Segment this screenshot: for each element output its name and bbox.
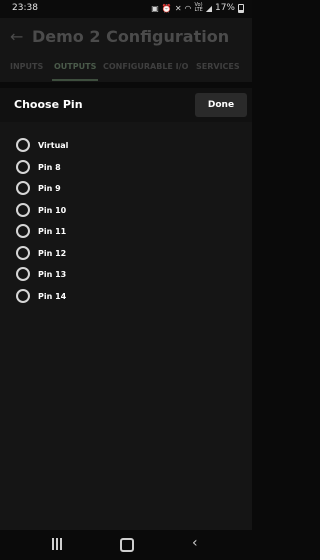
back-icon[interactable]: ‹ xyxy=(192,535,198,551)
app-bar: ← Demo 2 Configuration xyxy=(0,18,252,58)
option-label: Pin 8 xyxy=(38,162,61,172)
recents-icon[interactable] xyxy=(52,538,63,550)
option-label: Pin 13 xyxy=(38,269,67,279)
sheet-title: Choose Pin xyxy=(14,98,83,111)
option-label: Pin 14 xyxy=(38,291,67,301)
page-title: Demo 2 Configuration xyxy=(32,27,230,46)
pin-option-14[interactable]: Pin 14 xyxy=(16,288,66,304)
radio-icon[interactable] xyxy=(16,267,30,281)
radio-icon[interactable] xyxy=(16,138,30,152)
status-time: 23:38 xyxy=(12,3,38,13)
done-button[interactable]: Done xyxy=(195,93,247,117)
battery-icon xyxy=(238,3,244,13)
pin-option-8[interactable]: Pin 8 xyxy=(16,159,61,175)
sheet-header: Choose Pin Done xyxy=(0,88,252,122)
back-arrow-icon[interactable]: ← xyxy=(10,27,23,46)
battery-percentage: 17% xyxy=(214,3,235,13)
tab-configurable-io[interactable]: CONFIGURABLE I/O xyxy=(103,62,188,71)
mute-icon: ✕ xyxy=(174,3,182,13)
pin-option-10[interactable]: Pin 10 xyxy=(16,202,66,218)
tab-inputs[interactable]: INPUTS xyxy=(10,62,43,71)
tab-services[interactable]: SERVICES xyxy=(196,62,240,71)
volte-icon: Vo) LTE xyxy=(194,2,203,13)
status-bar: 23:38 ▣ ⏰ ✕ ◠ Vo) LTE ◢ 17% xyxy=(0,0,252,18)
pin-option-virtual[interactable]: Virtual xyxy=(16,137,68,153)
radio-icon[interactable] xyxy=(16,203,30,217)
option-label: Pin 9 xyxy=(38,183,61,193)
radio-icon[interactable] xyxy=(16,181,30,195)
pin-option-11[interactable]: Pin 11 xyxy=(16,223,66,239)
radio-icon[interactable] xyxy=(16,246,30,260)
option-label: Pin 10 xyxy=(38,205,67,215)
choose-pin-sheet: Choose Pin Done Virtual Pin 8 Pin 9 Pin … xyxy=(0,88,252,530)
tab-outputs[interactable]: OUTPUTS xyxy=(54,62,96,71)
home-icon[interactable] xyxy=(120,538,134,552)
radio-icon[interactable] xyxy=(16,224,30,238)
option-label: Pin 11 xyxy=(38,226,67,236)
option-label: Virtual xyxy=(38,140,69,150)
active-tab-indicator xyxy=(52,79,98,81)
option-label: Pin 12 xyxy=(38,248,67,258)
clipboard-icon: ▣ xyxy=(151,3,159,13)
radio-icon[interactable] xyxy=(16,160,30,174)
navigation-bar: ‹ xyxy=(0,530,252,560)
wifi-icon: ◠ xyxy=(184,3,192,13)
status-icons: ▣ ⏰ ✕ ◠ Vo) LTE ◢ 17% xyxy=(151,3,244,13)
pin-option-9[interactable]: Pin 9 xyxy=(16,180,61,196)
pin-option-12[interactable]: Pin 12 xyxy=(16,245,66,261)
alarm-icon: ⏰ xyxy=(161,3,172,13)
radio-icon[interactable] xyxy=(16,289,30,303)
pin-option-13[interactable]: Pin 13 xyxy=(16,266,66,282)
tab-bar: INPUTS OUTPUTS CONFIGURABLE I/O SERVICES xyxy=(0,58,252,82)
signal-icon: ◢ xyxy=(205,3,212,13)
